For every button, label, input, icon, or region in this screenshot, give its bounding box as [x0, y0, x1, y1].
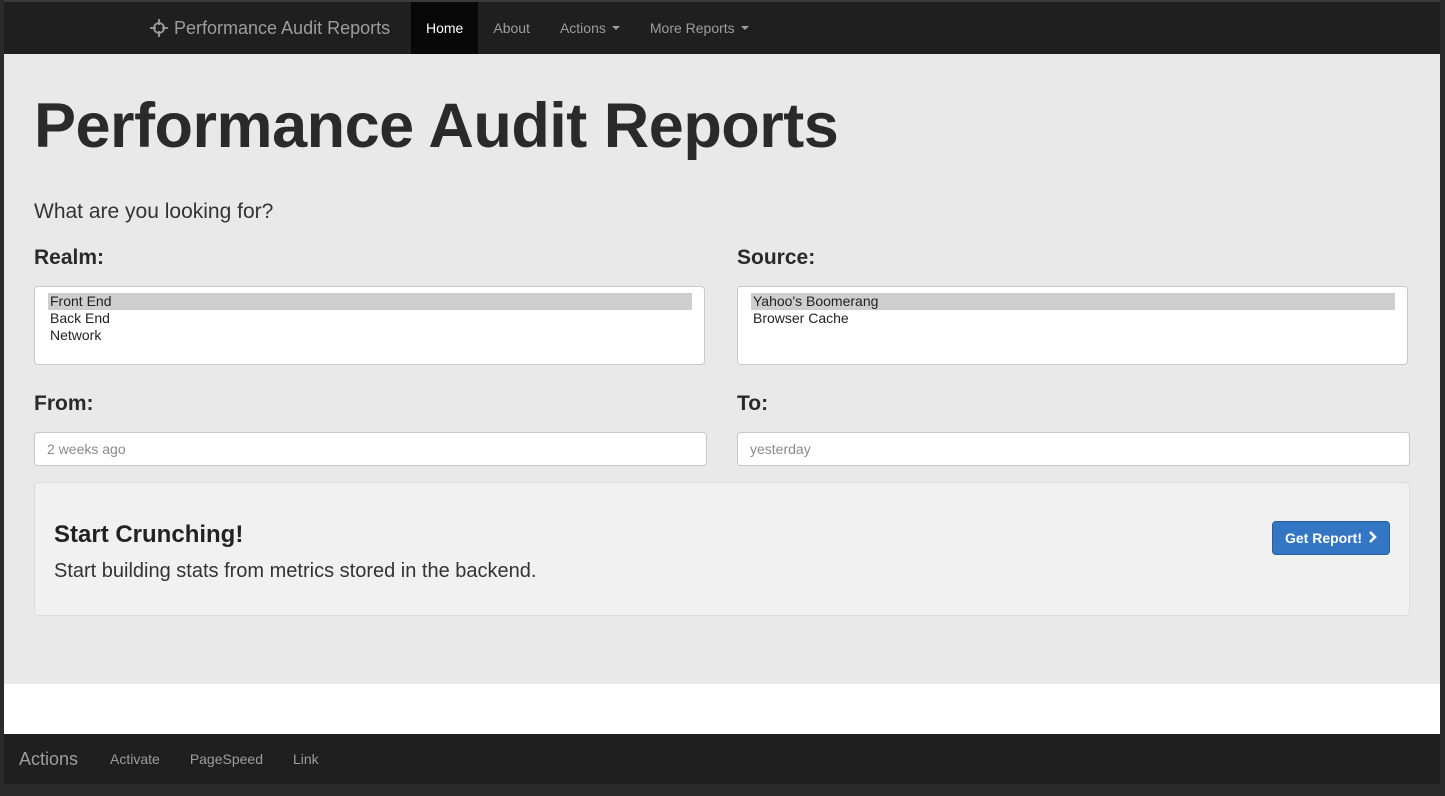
source-option-boomerang[interactable]: Yahoo's Boomerang	[751, 293, 1395, 310]
bottom-navbar: Actions Activate PageSpeed Link	[4, 734, 1440, 784]
source-option-browser-cache[interactable]: Browser Cache	[751, 310, 1395, 327]
footer-pagespeed-link[interactable]: PageSpeed	[175, 734, 278, 784]
browser-viewport: Performance Audit Reports Home About Act…	[4, 0, 1440, 784]
crosshair-icon	[150, 19, 168, 37]
chevron-right-icon	[1368, 530, 1377, 546]
source-label: Source:	[737, 246, 816, 269]
footer-brand[interactable]: Actions	[19, 734, 78, 784]
nav-home-label: Home	[426, 20, 464, 36]
caret-down-icon	[611, 26, 620, 30]
page-title: Performance Audit Reports	[34, 91, 839, 161]
realm-option-back-end[interactable]: Back End	[48, 310, 692, 327]
realm-listbox[interactable]: Front End Back End Network	[34, 286, 705, 365]
nav-more-reports-label: More Reports	[649, 20, 735, 36]
start-crunching-panel: Start Crunching! Start building stats fr…	[34, 482, 1410, 616]
top-navbar: Performance Audit Reports Home About Act…	[4, 0, 1440, 54]
footer-activate-link[interactable]: Activate	[95, 734, 175, 784]
nav-actions-label: Actions	[559, 20, 606, 36]
source-listbox[interactable]: Yahoo's Boomerang Browser Cache	[737, 286, 1408, 365]
jumbotron: Performance Audit Reports What are you l…	[4, 54, 1440, 684]
nav-home[interactable]: Home	[411, 2, 479, 54]
footer-link[interactable]: Link	[278, 734, 334, 784]
navbar-menu: Home About Actions More Reports	[411, 2, 764, 54]
realm-label: Realm:	[34, 246, 105, 269]
to-label: To:	[737, 392, 769, 415]
nav-about-label: About	[493, 20, 530, 36]
search-prompt: What are you looking for?	[34, 200, 274, 223]
realm-option-front-end[interactable]: Front End	[48, 293, 692, 310]
panel-title: Start Crunching!	[54, 521, 244, 548]
navbar-brand-label: Performance Audit Reports	[174, 17, 391, 38]
nav-about[interactable]: About	[478, 2, 545, 54]
footer-menu: Activate PageSpeed Link	[95, 734, 334, 784]
nav-more-reports-dropdown[interactable]: More Reports	[635, 2, 764, 54]
realm-option-network[interactable]: Network	[48, 327, 692, 344]
from-date-input[interactable]	[34, 432, 707, 466]
from-label: From:	[34, 392, 94, 415]
to-date-input[interactable]	[737, 432, 1410, 466]
panel-description: Start building stats from metrics stored…	[54, 560, 537, 582]
navbar-brand[interactable]: Performance Audit Reports	[150, 2, 390, 54]
get-report-button[interactable]: Get Report!	[1272, 521, 1390, 555]
get-report-label: Get Report!	[1285, 530, 1362, 546]
nav-actions-dropdown[interactable]: Actions	[545, 2, 635, 54]
caret-down-icon	[740, 26, 749, 30]
